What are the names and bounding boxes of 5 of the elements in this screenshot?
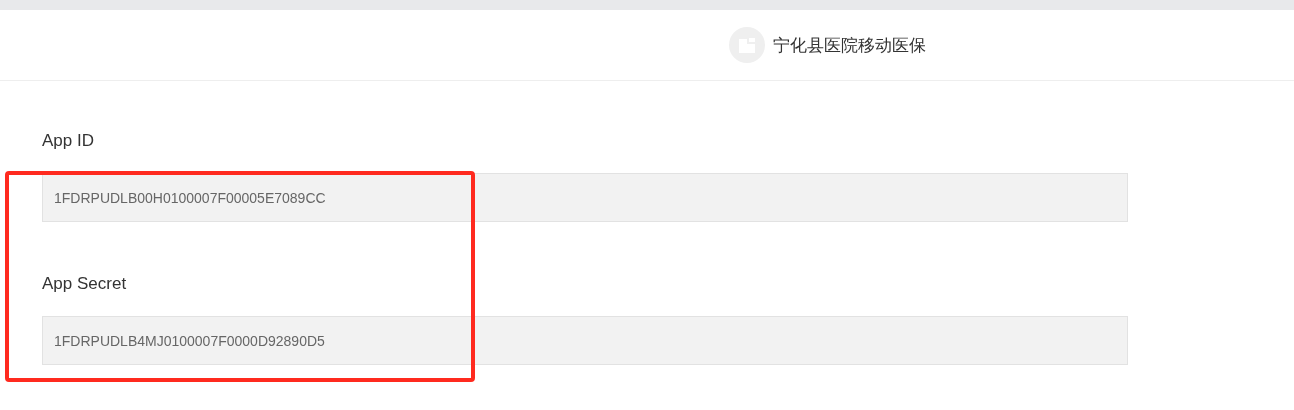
field-label: App ID [42, 131, 94, 151]
field-label: App Secret [42, 274, 127, 294]
app-name: 宁化县医院移动医保 [773, 34, 926, 57]
input-field[interactable]: 1FDRPUDLB4MJ0100007F0000D92890D5 [42, 316, 1128, 365]
input-field[interactable]: 1FDRPUDLB00H0100007F00005E7089CC [42, 173, 1128, 222]
